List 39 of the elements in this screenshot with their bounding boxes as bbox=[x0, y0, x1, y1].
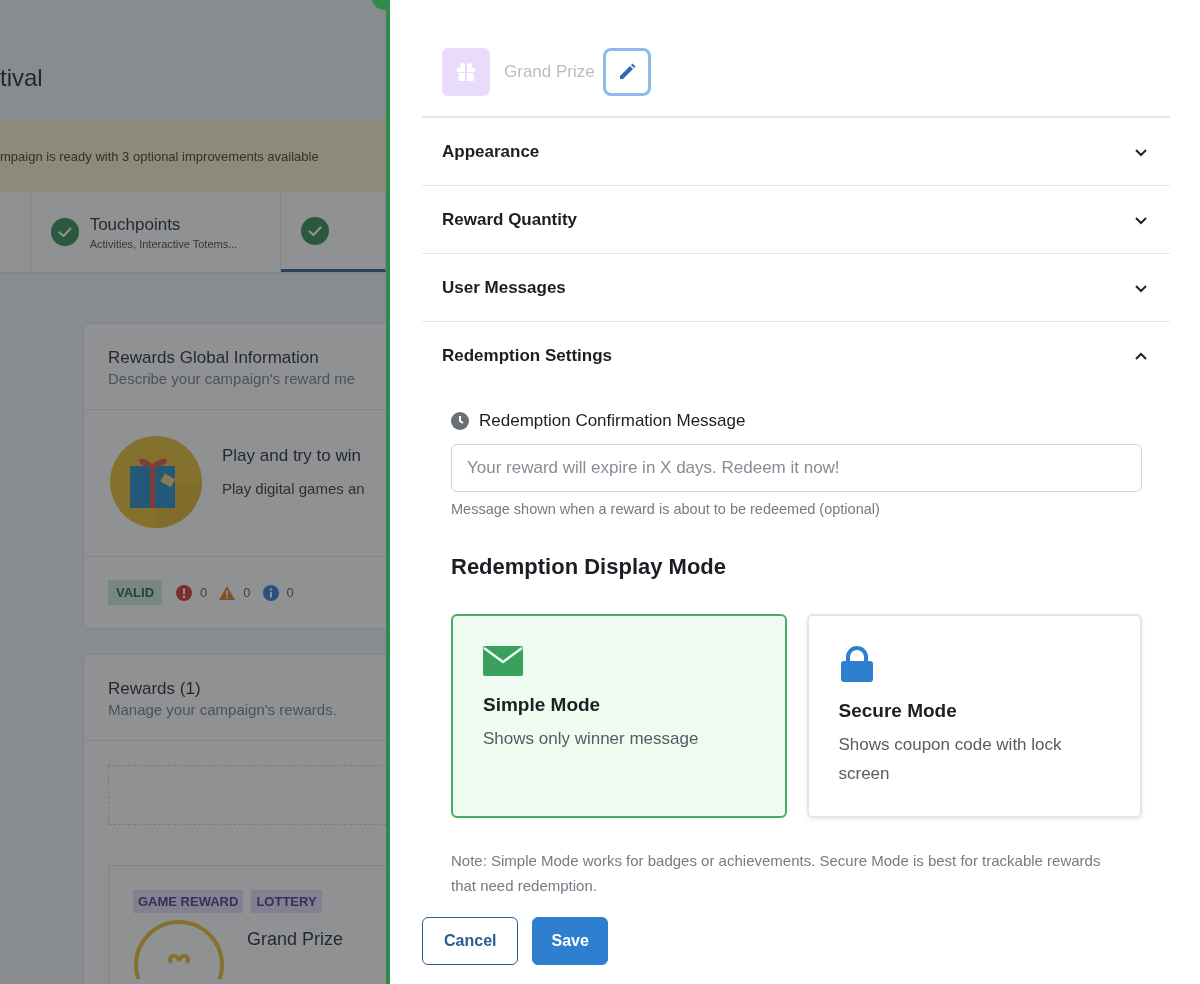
note-text: Note: Simple Mode works for badges or achievements. Secure Mode is best for trackable rewards that need redemption. bbox=[451, 851, 1102, 896]
option-description: Shows only winner message bbox=[483, 728, 700, 750]
page-title: tival bbox=[0, 63, 43, 93]
status-badge: VALID bbox=[108, 580, 163, 605]
reward-name: Grand Prize bbox=[504, 62, 595, 82]
warning-icon bbox=[219, 584, 236, 601]
step-title: Touchpoints bbox=[89, 214, 182, 235]
card-title: Rewards Global Information bbox=[108, 348, 320, 368]
save-button[interactable]: Save bbox=[532, 917, 608, 965]
option-title: Secure Mode bbox=[838, 700, 958, 722]
cancel-button[interactable]: Cancel bbox=[422, 917, 519, 965]
info-icon bbox=[262, 584, 279, 601]
option-description: Shows coupon code with lock screen bbox=[838, 734, 1063, 785]
envelope-icon bbox=[483, 646, 523, 676]
edit-name-button[interactable] bbox=[602, 48, 651, 96]
issue-count: 0 bbox=[286, 585, 294, 600]
help-text: Message shown when a reward is about to be redeemed (optional) bbox=[451, 501, 881, 517]
clock-icon bbox=[451, 412, 469, 430]
mode-option[interactable]: Simple Mode Shows only winner message bbox=[451, 614, 787, 818]
reward-name: Grand Prize bbox=[247, 929, 344, 951]
step-subtitle: Activities, Interactive Totems... bbox=[89, 237, 238, 250]
reward-tag: LOTTERY bbox=[251, 890, 322, 913]
card-title: Rewards (1) bbox=[108, 679, 202, 699]
card-subtitle: Manage your campaign's rewards. bbox=[108, 701, 338, 718]
mode-option[interactable]: Secure Mode Shows coupon code with lock screen bbox=[806, 614, 1142, 818]
option-title: Simple Mode bbox=[483, 694, 602, 716]
reward-tag: GAME REWARD bbox=[133, 890, 244, 913]
field-label: Redemption Confirmation Message bbox=[479, 411, 746, 431]
card-description: Play digital games an bbox=[222, 480, 365, 497]
card-headline: Play and try to win bbox=[222, 446, 362, 466]
lock-icon bbox=[838, 646, 875, 682]
section-heading: Redemption Display Mode bbox=[451, 554, 728, 580]
banner-text: mpaign is ready with 3 optional improvements available bbox=[0, 149, 319, 164]
message-input[interactable]: Your reward will expire in X days. Redeem it now! bbox=[451, 444, 1142, 492]
error-icon bbox=[176, 584, 193, 601]
gift-icon bbox=[456, 62, 476, 82]
issue-count: 0 bbox=[243, 585, 251, 600]
card-subtitle: Describe your campaign's reward me bbox=[108, 370, 357, 387]
issue-count: 0 bbox=[200, 585, 208, 600]
